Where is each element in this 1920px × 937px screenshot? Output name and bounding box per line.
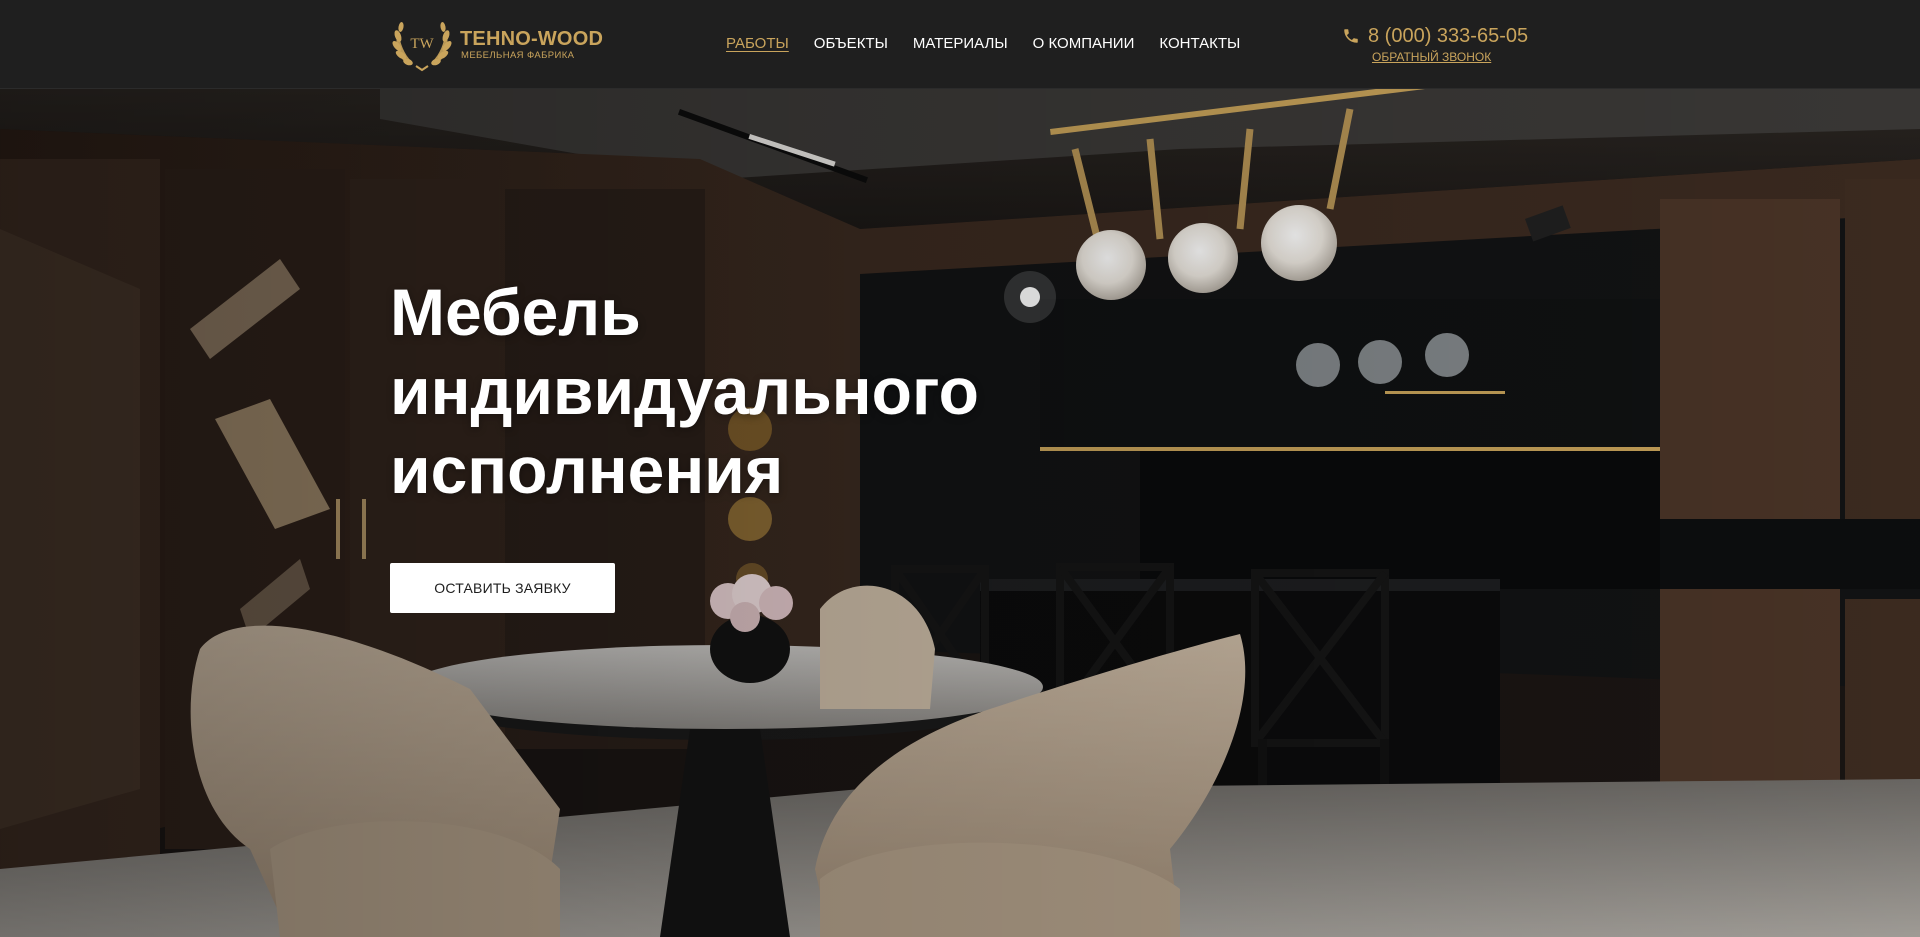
laurel-logo-icon: TW <box>392 22 452 72</box>
hero-title: Мебель индивидуального исполнения <box>390 273 1030 510</box>
nav-item-materialy[interactable]: МАТЕРИАЛЫ <box>913 35 1008 53</box>
nav-item-raboty[interactable]: РАБОТЫ <box>726 35 789 53</box>
callback-link[interactable]: ОБРАТНЫЙ ЗВОНОК <box>1372 50 1532 64</box>
phone-row: 8 (000) 333-65-05 <box>1342 24 1532 48</box>
logo[interactable]: TW TEHNO-WOOD МЕБЕЛЬНАЯ ФАБРИКА <box>390 16 603 72</box>
submit-request-button[interactable]: ОСТАВИТЬ ЗАЯВКУ <box>390 563 615 613</box>
main-nav: РАБОТЫ ОБЪЕКТЫ МАТЕРИАЛЫ О КОМПАНИИ КОНТ… <box>726 35 1265 53</box>
logo-name: TEHNO-WOOD <box>460 27 604 50</box>
nav-item-obekty[interactable]: ОБЪЕКТЫ <box>814 35 888 53</box>
hero-title-line: исполнения <box>390 433 784 507</box>
phone-icon <box>1344 29 1358 43</box>
hero-title-line: Мебель <box>390 275 641 349</box>
hero-overlay <box>0 89 1920 937</box>
nav-item-kontakty[interactable]: КОНТАКТЫ <box>1159 35 1240 53</box>
logo-monogram: TW <box>410 36 434 52</box>
nav-item-o-kompanii[interactable]: О КОМПАНИИ <box>1033 35 1135 53</box>
logo-tagline: МЕБЕЛЬНАЯ ФАБРИКА <box>461 49 575 61</box>
hero-title-line: индивидуального <box>390 354 979 428</box>
hero-section: Мебель индивидуального исполнения ОСТАВИ… <box>0 89 1920 937</box>
logo-text: TEHNO-WOOD МЕБЕЛЬНАЯ ФАБРИКА <box>460 28 603 61</box>
header-contact: 8 (000) 333-65-05 ОБРАТНЫЙ ЗВОНОК <box>1342 24 1532 64</box>
site-header: TW TEHNO-WOOD МЕБЕЛЬНАЯ ФАБРИКА РАБОТЫ О… <box>0 0 1920 89</box>
phone-number[interactable]: 8 (000) 333-65-05 <box>1368 24 1528 48</box>
